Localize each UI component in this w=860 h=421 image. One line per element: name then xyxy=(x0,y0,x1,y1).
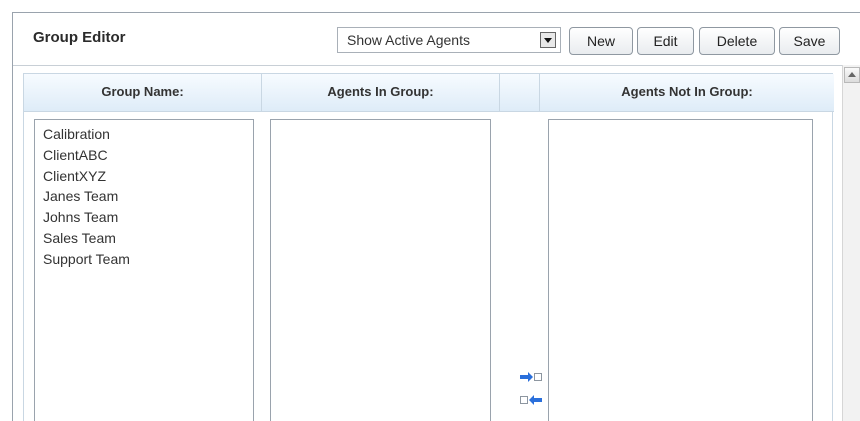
group-editor-window: Group Editor Show Active Agents New Edit… xyxy=(12,12,860,421)
agent-filter-value: Show Active Agents xyxy=(347,32,470,48)
move-column-header xyxy=(500,74,540,112)
group-list-item[interactable]: Janes Team xyxy=(35,186,253,207)
page-title: Group Editor xyxy=(33,29,126,46)
agents-in-group-list[interactable] xyxy=(270,119,491,421)
vertical-scrollbar[interactable] xyxy=(842,65,860,421)
agents-not-in-group-list[interactable] xyxy=(548,119,813,421)
group-list-item[interactable]: Sales Team xyxy=(35,228,253,249)
group-list-item[interactable]: ClientXYZ xyxy=(35,166,253,187)
group-name-list[interactable]: Calibration ClientABC ClientXYZ Janes Team J… xyxy=(34,119,254,421)
editor-panel: Group Name: Agents In Group: Agents Not … xyxy=(23,73,834,421)
group-list-item[interactable]: ClientABC xyxy=(35,145,253,166)
chevron-down-icon[interactable] xyxy=(540,32,556,48)
scroll-up-arrow-icon[interactable] xyxy=(844,67,860,83)
arrow-right-into-box-icon[interactable] xyxy=(520,370,544,384)
group-name-header: Group Name: xyxy=(24,74,262,112)
group-list-item[interactable]: Calibration xyxy=(35,124,253,145)
edit-button[interactable]: Edit xyxy=(637,27,694,55)
arrow-left-out-of-box-icon[interactable] xyxy=(520,393,544,407)
delete-button[interactable]: Delete xyxy=(699,27,775,55)
group-list-item[interactable]: Johns Team xyxy=(35,207,253,228)
agents-in-group-header: Agents In Group: xyxy=(262,74,500,112)
agents-not-in-group-header: Agents Not In Group: xyxy=(540,74,834,112)
new-button[interactable]: New xyxy=(569,27,633,55)
save-button[interactable]: Save xyxy=(779,27,840,55)
group-list-item[interactable]: Support Team xyxy=(35,249,253,270)
header-bar: Group Editor Show Active Agents New Edit… xyxy=(13,13,860,66)
agent-filter-select[interactable]: Show Active Agents xyxy=(337,27,561,53)
